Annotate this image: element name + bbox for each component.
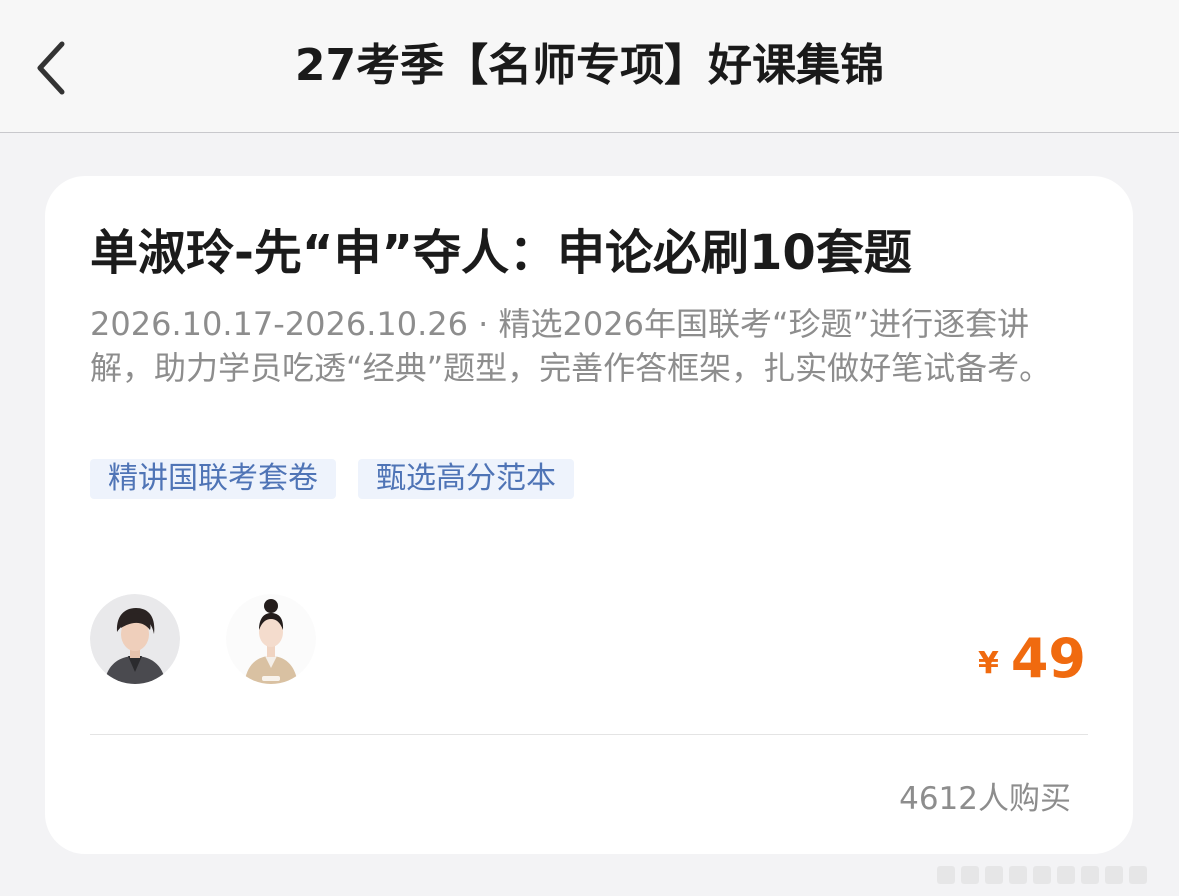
chevron-left-icon [37,41,65,95]
price-currency: ¥ [977,646,999,681]
watermark-logo [937,866,1147,884]
buyer-count: 4612人购买 [899,781,1071,817]
back-button[interactable] [22,28,82,108]
price-amount: 49 [1010,627,1086,690]
course-description: 2026.10.17-2026.10.26 · 精选2026年国联考“珍题”进行… [90,305,1052,387]
course-title: 单淑玲-先“申”夺人：申论必刷10套题 [90,225,912,281]
course-tag: 甄选高分范本 [358,459,574,499]
course-tag: 精讲国联考套卷 [90,459,336,499]
course-price: ¥49 [978,624,1086,694]
teacher-avatar-1 [90,594,180,684]
teacher-avatar-2 [226,594,316,684]
page-title: 27考季【名师专项】好课集锦 [294,40,885,91]
navigation-bar: 27考季【名师专项】好课集锦 [0,0,1179,133]
course-tags: 精讲国联考套卷 甄选高分范本 [90,459,574,499]
divider [90,734,1088,735]
course-card[interactable]: 单淑玲-先“申”夺人：申论必刷10套题 2026.10.17-2026.10.2… [45,176,1133,854]
teacher-avatars [90,594,316,684]
